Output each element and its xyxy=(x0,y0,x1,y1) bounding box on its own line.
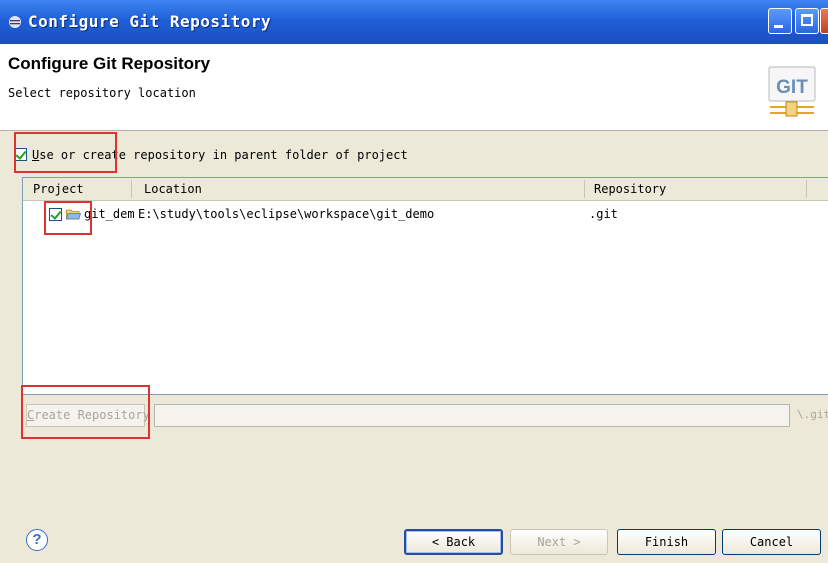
dialog-window: Configure Git Repository Configure Git R… xyxy=(0,0,828,563)
eclipse-icon xyxy=(9,16,21,28)
help-button[interactable]: ? xyxy=(26,529,48,551)
table-header: Project Location Repository xyxy=(23,178,828,201)
project-repository: .git xyxy=(589,207,618,221)
repository-suffix: \.git xyxy=(797,408,828,421)
cancel-button[interactable]: Cancel xyxy=(722,529,821,555)
repository-path-field[interactable] xyxy=(154,404,790,427)
column-header-location[interactable]: Location xyxy=(144,182,202,196)
folder-icon xyxy=(66,209,81,220)
next-button[interactable]: Next > xyxy=(510,529,608,555)
table-row[interactable]: git_dem E:\study\tools\eclipse\workspace… xyxy=(23,204,828,224)
column-header-project[interactable]: Project xyxy=(33,182,84,196)
minimize-button[interactable] xyxy=(768,8,792,34)
create-repository-button[interactable]: Create Repository xyxy=(26,404,150,427)
row-checkbox[interactable] xyxy=(49,208,62,221)
back-button[interactable]: < Back xyxy=(404,529,503,555)
project-name: git_dem xyxy=(84,207,135,221)
close-button[interactable] xyxy=(820,8,828,34)
finish-button[interactable]: Finish xyxy=(617,529,716,555)
window-title: Configure Git Repository xyxy=(28,12,272,31)
page-title: Configure Git Repository xyxy=(8,54,211,73)
git-logo-text: GIT xyxy=(776,77,808,98)
title-bar[interactable]: Configure Git Repository xyxy=(0,0,828,44)
column-header-repository[interactable]: Repository xyxy=(594,182,666,196)
use-parent-folder-checkbox[interactable] xyxy=(14,148,27,161)
wizard-header: Configure Git Repository Select reposito… xyxy=(0,44,828,131)
project-table[interactable]: Project Location Repository git_dem E:\s… xyxy=(22,177,828,395)
page-subtitle: Select repository location xyxy=(8,86,196,100)
project-location: E:\study\tools\eclipse\workspace\git_dem… xyxy=(138,207,435,221)
maximize-button[interactable] xyxy=(795,8,819,34)
use-parent-folder-label[interactable]: Use or create repository in parent folde… xyxy=(32,148,408,162)
git-logo: GIT xyxy=(768,66,816,117)
